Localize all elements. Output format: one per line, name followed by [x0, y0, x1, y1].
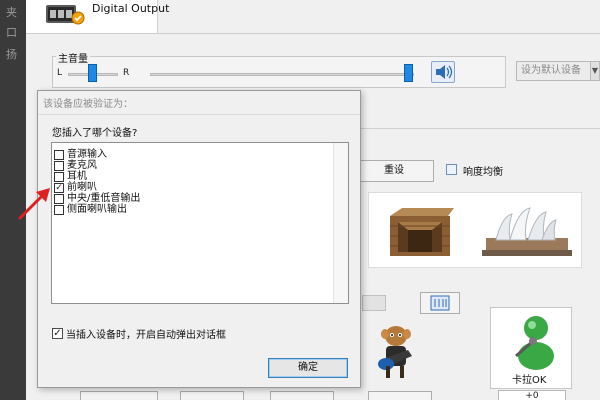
- device-question: 您插入了哪个设备?: [52, 128, 138, 139]
- loudness-checkbox[interactable]: [446, 164, 457, 175]
- reset-button[interactable]: 重设: [354, 160, 434, 182]
- master-volume-label: 主音量: [56, 50, 90, 65]
- volume-slider-thumb[interactable]: [404, 64, 413, 82]
- tab-divider: [158, 33, 600, 34]
- bottom-button-3[interactable]: [270, 391, 334, 400]
- auto-popup-checkbox[interactable]: ✓: [52, 328, 63, 339]
- option-label: 麦克风: [67, 160, 97, 171]
- strip-glyph-2: 口: [6, 26, 17, 39]
- karaoke-value-field[interactable]: +0: [498, 390, 566, 400]
- balance-right-label: R: [123, 68, 130, 78]
- option-label: 耳机: [67, 171, 87, 182]
- option-side-speaker[interactable]: 侧面喇叭输出: [54, 204, 127, 215]
- karaoke-label: 卡拉OK: [512, 375, 547, 386]
- dialog-separator: [38, 114, 360, 115]
- speaker-icon: [436, 65, 453, 79]
- option-label: 中央/重低音输出: [67, 193, 141, 204]
- option-line-in[interactable]: 音源输入: [54, 149, 107, 160]
- strip-glyph-3: 扬: [6, 48, 17, 61]
- bottom-button-1[interactable]: [80, 391, 158, 400]
- equalizer-icon: [430, 295, 450, 311]
- device-title: Digital Output: [92, 2, 170, 15]
- auto-popup-option[interactable]: ✓ 当插入设备时，开启自动弹出对话框: [52, 326, 226, 341]
- set-default-dropdown-icon[interactable]: ▼: [590, 61, 600, 81]
- option-label: 侧面喇叭输出: [67, 204, 127, 215]
- bottom-button-2[interactable]: [180, 391, 244, 400]
- balance-left-label: L: [57, 68, 63, 78]
- option-label: 音源输入: [67, 149, 107, 160]
- set-default-device-button[interactable]: 设为默认设备: [516, 61, 592, 81]
- ok-button[interactable]: 确定: [268, 358, 348, 378]
- section-divider: [360, 128, 600, 129]
- volume-slider-track[interactable]: [150, 73, 414, 76]
- karaoke-microphone-icon[interactable]: [508, 312, 558, 370]
- red-arrow-annotation: [14, 180, 58, 224]
- option-headphones[interactable]: 耳机: [54, 171, 87, 182]
- option-center-subwoofer[interactable]: 中央/重低音输出: [54, 193, 140, 204]
- guitar-player-icon[interactable]: [374, 322, 422, 382]
- auto-popup-label: 当插入设备时，开启自动弹出对话框: [66, 330, 226, 341]
- list-scrollbar[interactable]: [333, 143, 348, 303]
- loudness-label: 响度均衡: [463, 167, 503, 178]
- option-microphone[interactable]: 麦克风: [54, 160, 97, 171]
- effect-field[interactable]: [362, 295, 386, 311]
- equalizer-button[interactable]: [420, 292, 460, 314]
- mute-button[interactable]: [431, 61, 455, 83]
- option-checkbox[interactable]: [54, 160, 64, 171]
- bottom-button-4[interactable]: [368, 391, 432, 400]
- option-front-speaker[interactable]: ✓ 前喇叭: [54, 182, 97, 193]
- balance-slider-thumb[interactable]: [88, 64, 97, 82]
- dialog-title: 该设备应被验证为：: [43, 99, 133, 110]
- opera-house-icon[interactable]: [480, 200, 574, 262]
- option-label: 前喇叭: [67, 182, 97, 193]
- option-checkbox[interactable]: [54, 149, 64, 160]
- digital-output-icon: [44, 2, 88, 26]
- strip-glyph-1: 夹: [6, 6, 17, 19]
- stone-room-icon[interactable]: [384, 204, 460, 260]
